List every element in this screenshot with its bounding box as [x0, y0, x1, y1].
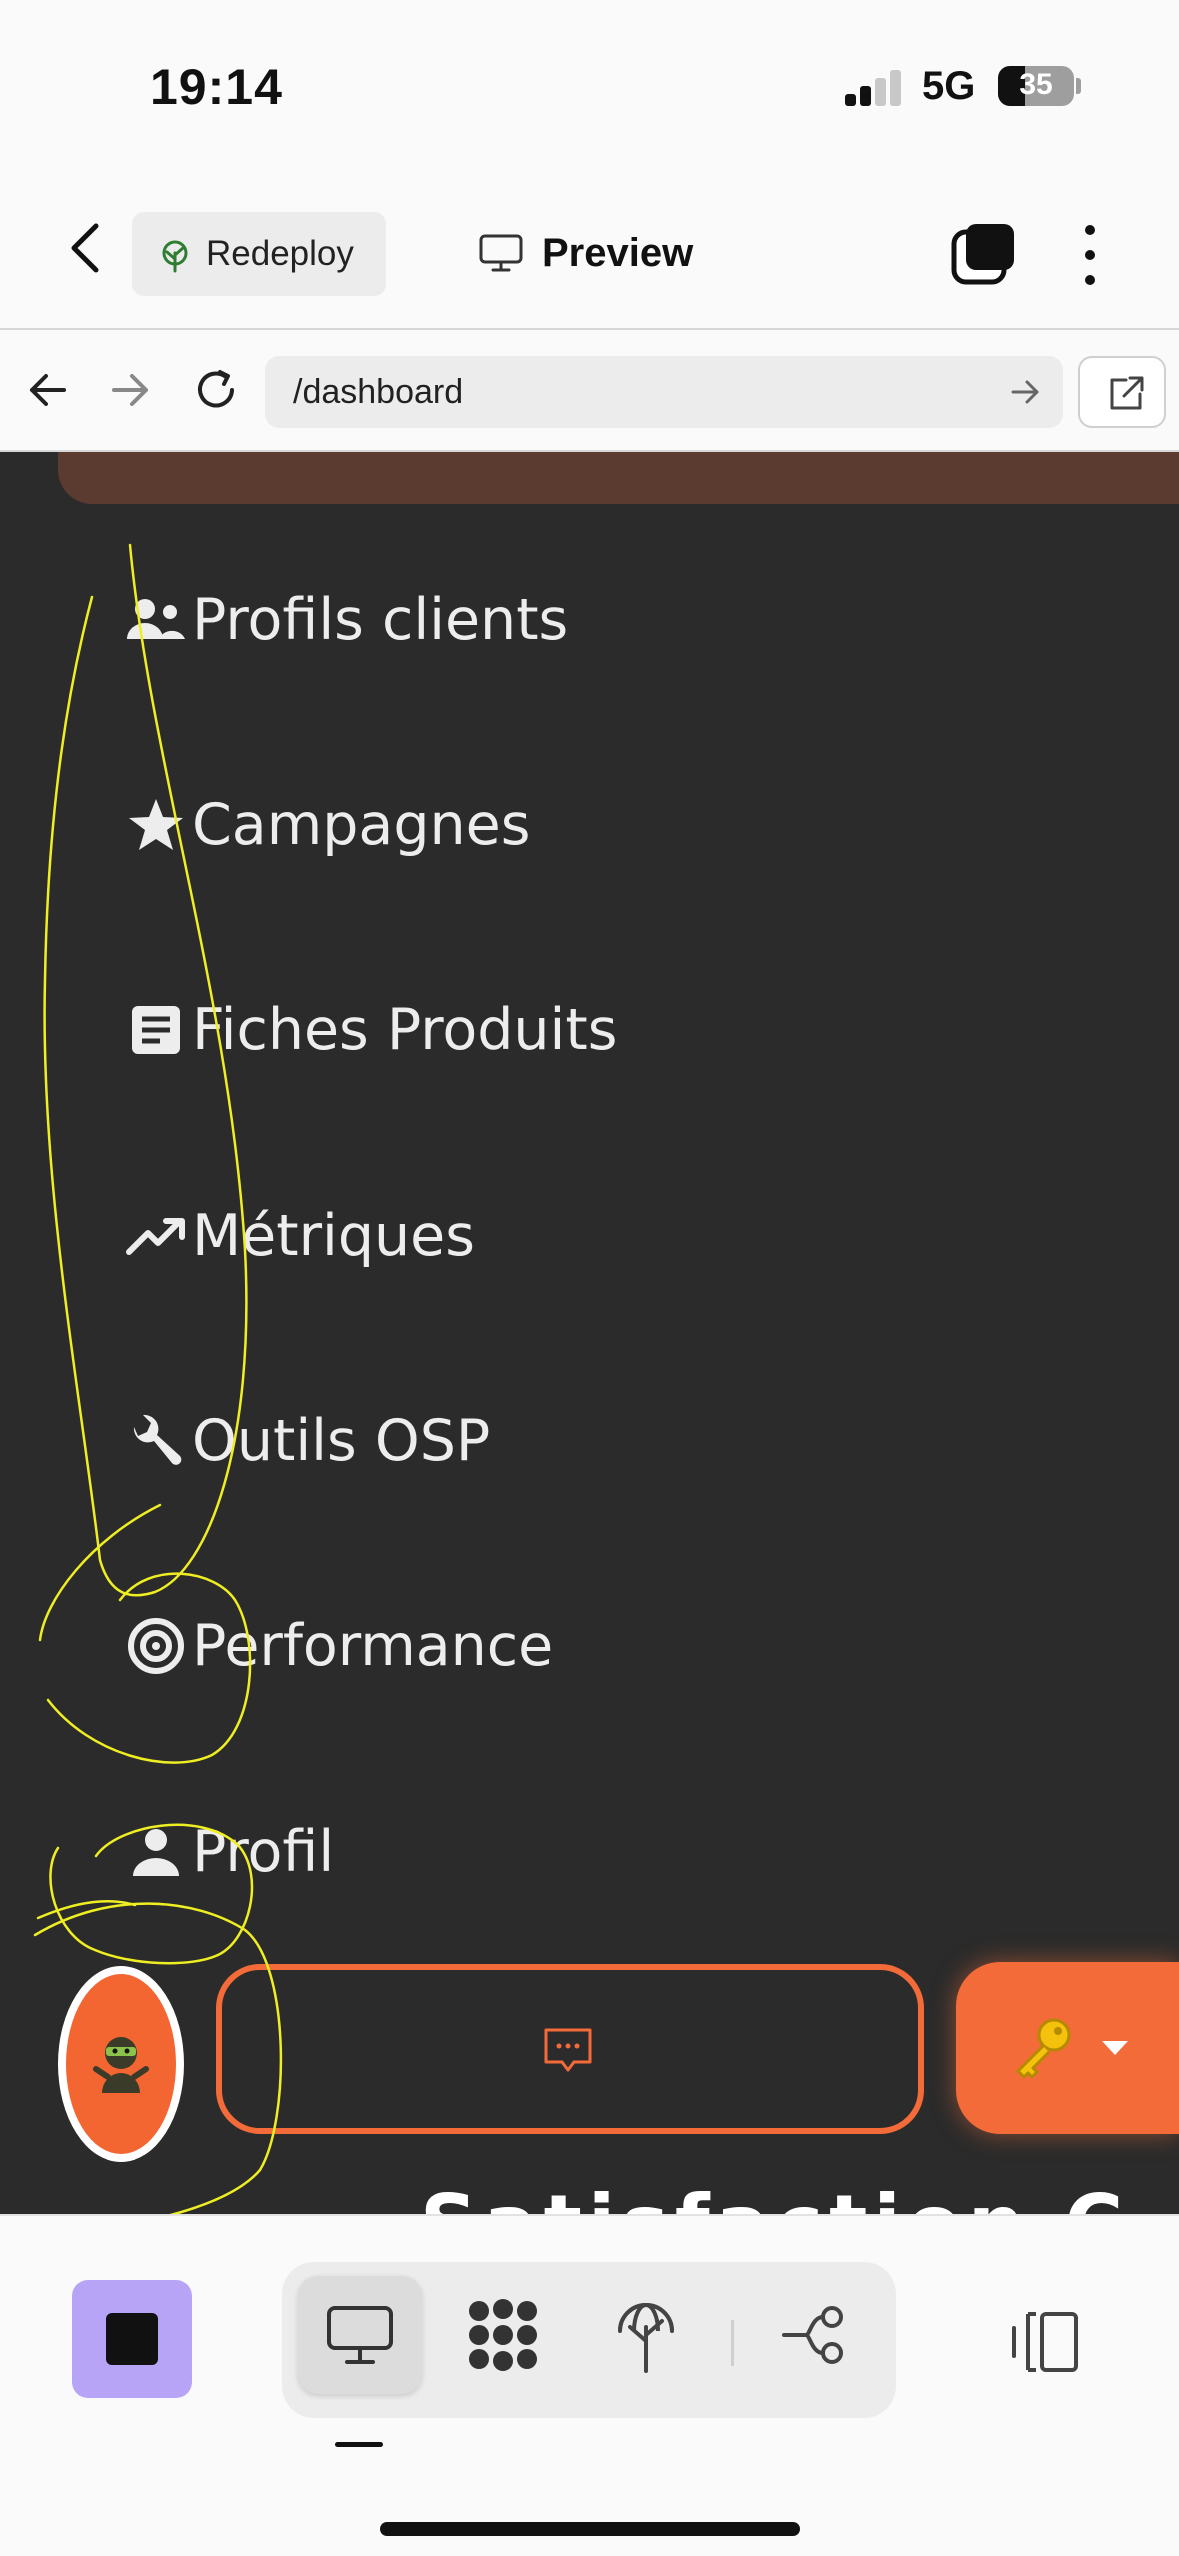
- browser-bar: /dashboard: [0, 330, 1179, 452]
- redeploy-button[interactable]: Redeploy: [132, 212, 386, 296]
- nav-item-label: Métriques: [192, 1203, 475, 1269]
- external-link-icon: [1110, 376, 1144, 410]
- grid-blob-icon: [469, 2299, 537, 2371]
- section-heading-peek: Satisfaction C: [420, 2178, 1129, 2214]
- monitor-icon: [479, 234, 523, 272]
- status-bar: 19:14 5G 35: [0, 0, 1179, 170]
- reload-icon[interactable]: [186, 360, 246, 420]
- preview-label: Preview: [542, 230, 694, 275]
- battery-icon: 35: [998, 66, 1074, 106]
- nav-item-label: Campagnes: [192, 792, 531, 858]
- key-menu-button[interactable]: [956, 1962, 1179, 2134]
- go-arrow-icon[interactable]: [1007, 374, 1043, 410]
- browser-forward-icon[interactable]: [100, 360, 160, 420]
- trending-up-icon: [124, 1204, 188, 1268]
- chat-input[interactable]: [216, 1964, 924, 2134]
- document-icon: [124, 998, 188, 1062]
- key-icon: [1016, 2018, 1071, 2079]
- nav-item-profil[interactable]: Profil: [124, 1812, 334, 1892]
- nav-item-campagnes[interactable]: Campagnes: [124, 785, 530, 865]
- view-switcher: [282, 2262, 896, 2418]
- browser-back-icon[interactable]: [18, 360, 78, 420]
- workflow-view-button[interactable]: [754, 2276, 878, 2394]
- dashboard-content: Profils clients Campagnes Fiches Produit…: [0, 452, 1179, 2214]
- app-toolbar: Redeploy Preview: [0, 170, 1179, 330]
- signal-icon: [845, 70, 901, 106]
- nav-item-profils-clients[interactable]: Profils clients: [124, 580, 568, 660]
- nav-item-label: Fiches Produits: [192, 997, 618, 1063]
- monitor-icon: [327, 2306, 393, 2364]
- ninja-avatar-icon: [66, 1974, 176, 2154]
- stop-icon: [106, 2313, 158, 2365]
- deploy-tree-icon: [618, 2303, 674, 2373]
- wrench-icon: [124, 1409, 188, 1473]
- header-card: [58, 452, 1179, 504]
- battery-tip: [1076, 78, 1081, 94]
- tabs-overview-icon[interactable]: [950, 220, 1018, 288]
- assistant-avatar[interactable]: [58, 1966, 184, 2162]
- redeploy-label: Redeploy: [206, 234, 354, 273]
- url-text: /dashboard: [293, 372, 464, 411]
- target-icon: [124, 1614, 188, 1678]
- deploy-view-button[interactable]: [584, 2276, 708, 2394]
- preview-tab[interactable]: Preview: [478, 218, 693, 288]
- more-options-icon[interactable]: [1070, 220, 1110, 290]
- sidebar-toggle-icon[interactable]: [1004, 2300, 1088, 2384]
- dropdown-caret-icon: [1102, 2041, 1128, 2055]
- status-time: 19:14: [150, 59, 283, 115]
- tree-icon: [162, 240, 188, 273]
- home-indicator: [380, 2522, 800, 2536]
- bottom-toolbar: [0, 2214, 1179, 2556]
- chat-bubble-icon: [544, 2028, 592, 2072]
- active-tab-indicator: [335, 2442, 383, 2447]
- nav-item-label: Performance: [192, 1613, 554, 1679]
- nav-item-label: Profil: [192, 1819, 335, 1885]
- back-chevron-icon[interactable]: [62, 218, 112, 278]
- toolbar-divider: [731, 2320, 734, 2366]
- open-external-button[interactable]: [1078, 356, 1166, 428]
- network-type: 5G: [922, 64, 976, 108]
- users-icon: [124, 588, 188, 652]
- nav-item-outils-osp[interactable]: Outils OSP: [124, 1401, 490, 1481]
- branch-icon: [782, 2306, 843, 2364]
- battery-level: 35: [1019, 68, 1053, 101]
- stop-button[interactable]: [72, 2280, 192, 2398]
- star-icon: [124, 793, 188, 857]
- nav-item-fiches-produits[interactable]: Fiches Produits: [124, 990, 617, 1070]
- workspace-view-button[interactable]: [441, 2276, 565, 2394]
- person-icon: [124, 1820, 188, 1884]
- preview-view-button[interactable]: [298, 2276, 422, 2394]
- nav-item-label: Outils OSP: [192, 1408, 491, 1474]
- nav-item-performance[interactable]: Performance: [124, 1606, 553, 1686]
- nav-item-label: Profils clients: [192, 587, 569, 653]
- nav-item-metriques[interactable]: Métriques: [124, 1196, 475, 1276]
- url-field[interactable]: /dashboard: [265, 356, 1063, 428]
